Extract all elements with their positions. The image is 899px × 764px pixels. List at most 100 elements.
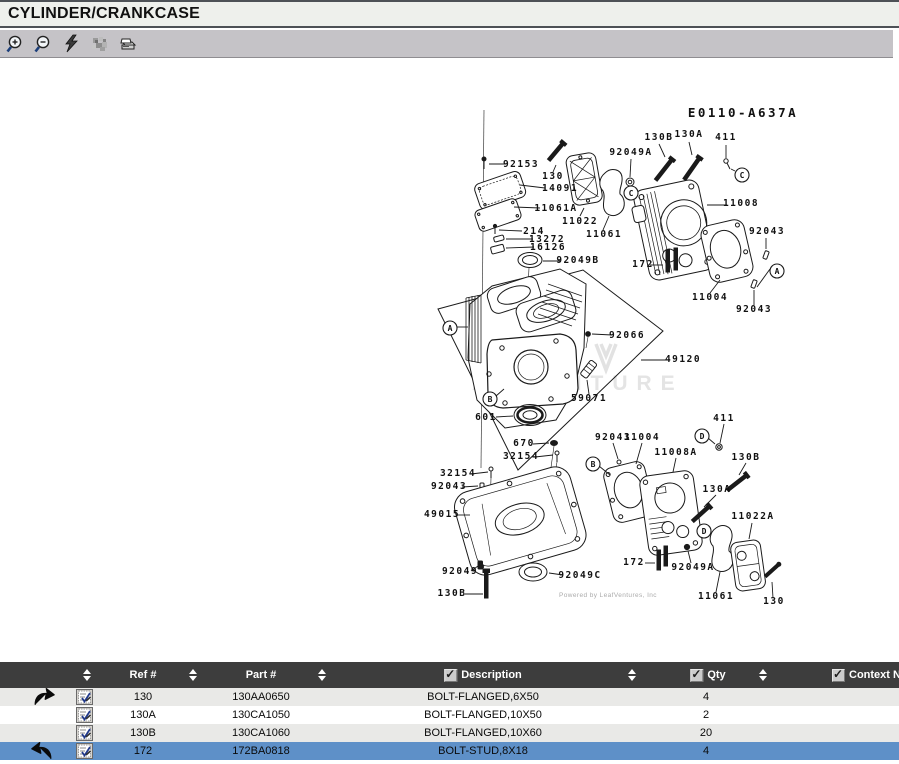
table-row[interactable]: 130A130CA1050BOLT-FLANGED,10X502 xyxy=(0,706,899,724)
sort-arrows-part[interactable] xyxy=(318,662,326,688)
cell-qty: 20 xyxy=(700,724,712,742)
part-number-label[interactable]: 32154 xyxy=(440,468,476,479)
zoom-in-button[interactable] xyxy=(5,33,27,55)
zoom-in-icon xyxy=(6,34,26,54)
sort-arrows-qty[interactable] xyxy=(759,662,767,688)
part-number-label[interactable]: 92043 xyxy=(431,481,467,492)
zoom-out-button[interactable] xyxy=(33,33,55,55)
part-number-label[interactable]: 92049C xyxy=(558,570,601,581)
cell-desc: BOLT-FLANGED,6X50 xyxy=(427,688,539,706)
part-number-label[interactable]: 49120 xyxy=(665,354,701,365)
diagram-canvas[interactable]: ADVENTURE xyxy=(0,58,899,660)
table-row[interactable]: 130130AA0650BOLT-FLANGED,6X504 xyxy=(0,688,899,706)
part-number-label[interactable]: 130 xyxy=(763,596,785,607)
part-number-label[interactable]: 11061 xyxy=(698,591,734,602)
part-16126 xyxy=(490,244,504,254)
view-marker-letter: A xyxy=(448,324,453,333)
qty-column-checkbox[interactable] xyxy=(690,669,703,682)
parts-table-header: Ref # Part # Description Qty Context N xyxy=(0,662,899,688)
part-number-label[interactable]: 130B xyxy=(732,452,761,463)
cell-part: 130CA1050 xyxy=(232,706,290,724)
column-header-part[interactable]: Part # xyxy=(246,662,277,688)
print-icon xyxy=(117,34,139,54)
part-number-label[interactable]: 92066 xyxy=(609,330,645,341)
part-screw-92153 xyxy=(482,157,486,169)
part-number-label[interactable]: 11008 xyxy=(723,198,759,209)
view-marker-letter: B xyxy=(488,395,493,404)
part-number-label[interactable]: 92043 xyxy=(736,304,772,315)
part-number-label[interactable]: 411 xyxy=(713,413,735,424)
hotspot-flash-button[interactable] xyxy=(61,33,83,55)
table-row[interactable]: 172172BA0818BOLT-STUD,8X184 xyxy=(0,742,899,760)
sort-arrows-ref[interactable] xyxy=(189,662,197,688)
column-header-ref[interactable]: Ref # xyxy=(130,662,157,688)
toolbar xyxy=(0,30,893,58)
part-number-label[interactable]: 670 xyxy=(513,438,535,449)
part-number-label[interactable]: 411 xyxy=(715,132,737,143)
cell-part: 130CA1060 xyxy=(232,724,290,742)
cell-desc: BOLT-FLANGED,10X50 xyxy=(424,706,542,724)
part-number-label[interactable]: 16126 xyxy=(530,242,566,253)
part-screw-214 xyxy=(493,224,496,234)
cell-ref: 172 xyxy=(134,742,152,760)
part-number-label[interactable]: 11022 xyxy=(562,216,598,227)
part-number-label[interactable]: 11022A xyxy=(731,511,774,522)
linked-row-arrow-icon xyxy=(30,687,56,707)
add-to-list-icon xyxy=(76,689,93,705)
part-number-label[interactable]: 130 xyxy=(542,171,564,182)
view-marker-letter: D xyxy=(702,527,707,536)
add-to-list-button[interactable] xyxy=(76,707,93,723)
part-number-label[interactable]: 11008A xyxy=(654,447,697,458)
part-number-label[interactable]: 92049A xyxy=(671,562,714,573)
column-header-context[interactable]: Context N xyxy=(832,662,899,688)
parts-table: Ref # Part # Description Qty Context N 1… xyxy=(0,662,899,760)
part-number-label[interactable]: 172 xyxy=(623,557,645,568)
sort-arrows-desc[interactable] xyxy=(628,662,636,688)
diagram-line-art xyxy=(438,110,782,598)
part-670 xyxy=(551,441,558,446)
pan-button-disabled[interactable] xyxy=(89,33,111,55)
view-marker-letter: C xyxy=(740,171,745,180)
table-row[interactable]: 130B130CA1060BOLT-FLANGED,10X6020 xyxy=(0,724,899,742)
part-bolt-130A-top xyxy=(682,155,703,182)
part-number-label[interactable]: 11061 xyxy=(586,229,622,240)
part-number-label[interactable]: 92049 xyxy=(442,566,478,577)
column-header-desc[interactable]: Description xyxy=(444,662,522,688)
part-number-label[interactable]: 49015 xyxy=(424,509,460,520)
part-number-label[interactable]: 130B xyxy=(438,588,467,599)
part-number-label[interactable]: 92153 xyxy=(503,159,539,170)
part-number-label[interactable]: 601 xyxy=(475,412,497,423)
part-92066 xyxy=(586,332,591,348)
desc-column-checkbox[interactable] xyxy=(444,669,457,682)
part-number-label[interactable]: 11061A xyxy=(534,203,577,214)
add-to-list-button[interactable] xyxy=(76,725,93,741)
row-arrow xyxy=(30,687,56,707)
part-seal-92049A-top xyxy=(626,178,634,186)
parts-catalog-window: { "window": { "title": "CYLINDER/CRANKCA… xyxy=(0,0,899,760)
cell-ref: 130B xyxy=(130,724,156,742)
part-seal-92049 xyxy=(478,561,483,569)
part-number-label[interactable]: 11004 xyxy=(692,292,728,303)
part-number-label[interactable]: 130A xyxy=(703,484,732,495)
print-button[interactable] xyxy=(117,33,139,55)
add-to-list-button[interactable] xyxy=(76,743,93,759)
cell-qty: 4 xyxy=(703,688,709,706)
part-number-label[interactable]: 14091 xyxy=(542,183,578,194)
part-number-label[interactable]: 32154 xyxy=(503,451,539,462)
context-column-checkbox[interactable] xyxy=(832,669,845,682)
add-to-list-button[interactable] xyxy=(76,689,93,705)
part-number-label[interactable]: 130A xyxy=(675,129,704,140)
column-header-qty[interactable]: Qty xyxy=(690,662,725,688)
part-number-label[interactable]: 92049A xyxy=(609,147,652,158)
sort-arrows-select[interactable] xyxy=(83,662,91,688)
part-number-label[interactable]: 11004 xyxy=(624,432,660,443)
part-number-label[interactable]: 92043 xyxy=(749,226,785,237)
cell-part: 172BA0818 xyxy=(232,742,290,760)
selected-row-arrow-icon xyxy=(30,741,56,761)
part-number-label[interactable]: 130B xyxy=(645,132,674,143)
part-number-label[interactable]: 172 xyxy=(632,259,654,270)
part-number-label[interactable]: 92049B xyxy=(556,255,599,266)
part-cylinder-block xyxy=(466,269,586,428)
cell-qty: 4 xyxy=(703,742,709,760)
part-number-label[interactable]: 59071 xyxy=(571,393,607,404)
